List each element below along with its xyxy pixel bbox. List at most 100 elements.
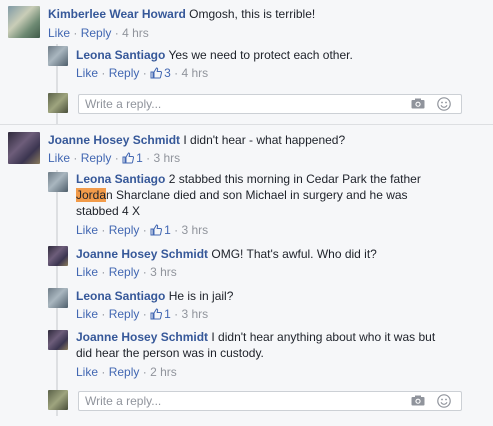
comment-body: Kimberlee Wear Howard Omgosh, this is te… xyxy=(48,6,315,22)
avatar[interactable] xyxy=(8,6,40,38)
like-link[interactable]: Like xyxy=(48,151,70,165)
separator: · xyxy=(142,365,147,379)
like-link[interactable]: Like xyxy=(76,66,98,80)
comment-text: I didn't hear anything about who it was … xyxy=(211,330,436,344)
timestamp[interactable]: 4 hrs xyxy=(122,26,149,40)
like-count[interactable]: 1 xyxy=(122,151,146,165)
like-link[interactable]: Like xyxy=(76,307,98,321)
reply-link[interactable]: Reply xyxy=(109,66,140,80)
reply-placeholder: Write a reply... xyxy=(85,394,162,408)
comment-actions: Like · Reply · 3 · 4 hrs xyxy=(76,65,208,81)
avatar[interactable] xyxy=(48,246,68,266)
like-link[interactable]: Like xyxy=(76,365,98,379)
separator: · xyxy=(101,223,106,237)
reply-link[interactable]: Reply xyxy=(109,365,140,379)
emoji-icon[interactable] xyxy=(437,394,451,408)
comment-actions: Like · Reply · 1 · 3 hrs xyxy=(48,150,180,166)
separator: · xyxy=(73,151,78,165)
separator: · xyxy=(101,265,106,279)
separator: · xyxy=(101,66,106,80)
comment-text: Omgosh, this is terrible! xyxy=(189,7,316,21)
timestamp[interactable]: 3 hrs xyxy=(150,265,177,279)
comment-text: OMG! That's awful. Who did it? xyxy=(211,247,377,261)
separator: · xyxy=(101,307,106,321)
commenter-name[interactable]: Kimberlee Wear Howard xyxy=(48,7,186,21)
comment-text: n Sharclane died and son Michael in surg… xyxy=(106,188,408,202)
reply-link[interactable]: Reply xyxy=(109,223,140,237)
avatar[interactable] xyxy=(48,172,68,192)
timestamp[interactable]: 3 hrs xyxy=(181,307,208,321)
reply-link[interactable]: Reply xyxy=(81,151,112,165)
commenter-name[interactable]: Leona Santiago xyxy=(76,289,165,303)
comment-body: Leona Santiago Yes we need to protect ea… xyxy=(76,47,353,63)
avatar[interactable] xyxy=(48,288,68,308)
avatar[interactable] xyxy=(8,132,40,164)
like-count[interactable]: 1 xyxy=(150,223,174,237)
separator: · xyxy=(73,26,78,40)
comment-text: He is in jail? xyxy=(168,289,234,303)
separator: · xyxy=(142,66,147,80)
like-number: 3 xyxy=(164,66,171,80)
like-count[interactable]: 3 xyxy=(150,66,174,80)
reply-link[interactable]: Reply xyxy=(109,265,140,279)
comment-body: Joanne Hosey Schmidt OMG! That's awful. … xyxy=(76,246,377,262)
highlighted-text: Jorda xyxy=(76,188,107,202)
comment-actions: Like · Reply · 3 hrs xyxy=(76,264,177,280)
timestamp[interactable]: 3 hrs xyxy=(153,151,180,165)
separator: · xyxy=(174,66,179,80)
commenter-name[interactable]: Joanne Hosey Schmidt xyxy=(48,133,180,147)
reply-input[interactable]: Write a reply... xyxy=(78,391,462,411)
like-number: 1 xyxy=(164,223,171,237)
separator: · xyxy=(142,307,147,321)
like-link[interactable]: Like xyxy=(48,26,70,40)
reply-link[interactable]: Reply xyxy=(109,307,140,321)
comment-body: Leona Santiago 2 stabbed this morning in… xyxy=(76,171,421,187)
comment-body: Leona Santiago He is in jail? xyxy=(76,288,233,304)
comment-body: Joanne Hosey Schmidt I didn't hear anyth… xyxy=(76,329,435,345)
avatar[interactable] xyxy=(48,46,68,66)
comment-text: I didn't hear - what happened? xyxy=(183,133,346,147)
like-link[interactable]: Like xyxy=(76,223,98,237)
separator: · xyxy=(101,365,106,379)
comment-actions: Like · Reply · 1 · 3 hrs xyxy=(76,222,208,238)
camera-icon[interactable] xyxy=(411,395,425,406)
comment-actions: Like · Reply · 1 · 3 hrs xyxy=(76,306,208,322)
separator: · xyxy=(114,26,119,40)
comment-actions: Like · Reply · 2 hrs xyxy=(76,364,177,380)
like-link[interactable]: Like xyxy=(76,265,98,279)
camera-icon[interactable] xyxy=(411,98,425,109)
timestamp[interactable]: 4 hrs xyxy=(181,66,208,80)
separator: · xyxy=(174,223,179,237)
timestamp[interactable]: 2 hrs xyxy=(150,365,177,379)
commenter-name[interactable]: Leona Santiago xyxy=(76,48,165,62)
thumbs-up-icon xyxy=(122,152,135,164)
comment-text-line: Jordan Sharclane died and son Michael in… xyxy=(76,187,408,203)
thumbs-up-icon xyxy=(150,67,163,79)
commenter-name[interactable]: Joanne Hosey Schmidt xyxy=(76,247,208,261)
separator: · xyxy=(142,223,147,237)
thumbs-up-icon xyxy=(150,308,163,320)
thumbs-up-icon xyxy=(150,224,163,236)
comment-text-line: stabbed 4 X xyxy=(76,204,141,218)
emoji-icon[interactable] xyxy=(437,97,451,111)
separator: · xyxy=(114,151,119,165)
section-divider xyxy=(0,124,493,125)
like-count[interactable]: 1 xyxy=(150,307,174,321)
commenter-name[interactable]: Leona Santiago xyxy=(76,172,165,186)
reply-link[interactable]: Reply xyxy=(81,26,112,40)
separator: · xyxy=(146,151,151,165)
commenter-name[interactable]: Joanne Hosey Schmidt xyxy=(76,330,208,344)
comment-actions: Like · Reply · 4 hrs xyxy=(48,25,149,41)
like-number: 1 xyxy=(136,151,143,165)
separator: · xyxy=(174,307,179,321)
comment-body: Joanne Hosey Schmidt I didn't hear - wha… xyxy=(48,132,345,148)
current-user-avatar xyxy=(48,390,68,410)
like-number: 1 xyxy=(164,307,171,321)
reply-input[interactable]: Write a reply... xyxy=(78,94,462,114)
timestamp[interactable]: 3 hrs xyxy=(181,223,208,237)
separator: · xyxy=(142,265,147,279)
reply-placeholder: Write a reply... xyxy=(85,97,162,111)
avatar[interactable] xyxy=(48,330,68,350)
current-user-avatar xyxy=(48,93,68,113)
comment-text: 2 stabbed this morning in Cedar Park the… xyxy=(168,172,421,186)
